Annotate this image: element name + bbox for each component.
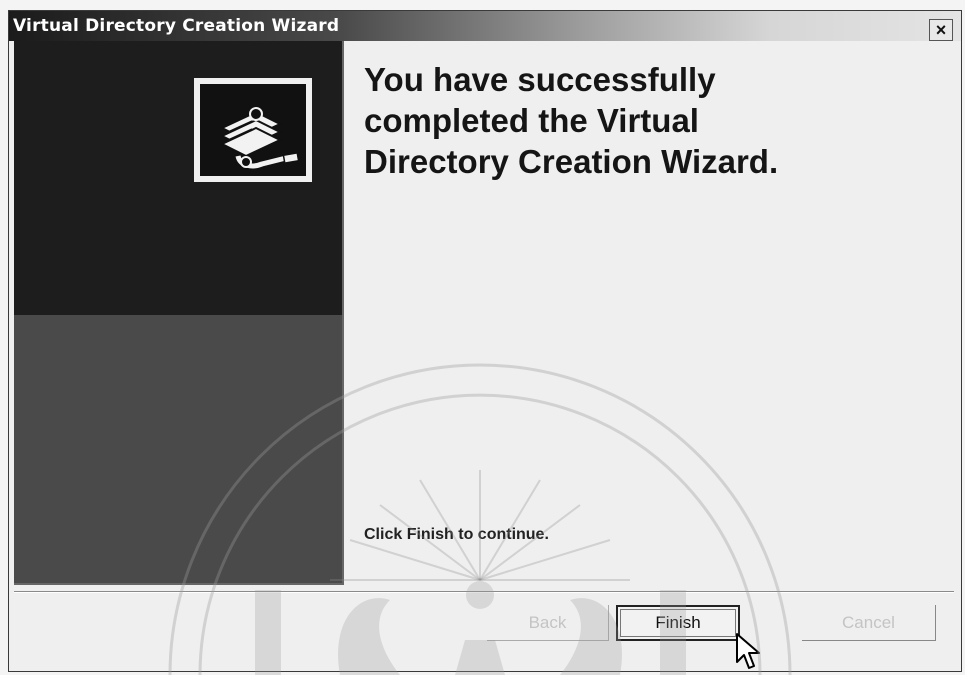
finish-button[interactable]: Finish [616,605,740,641]
books-with-pen-icon [194,78,312,182]
close-button[interactable]: × [929,19,953,41]
back-button[interactable]: Back [487,605,609,641]
back-button-label: Back [528,612,567,632]
side-panel-bottom [14,315,342,583]
close-icon: × [935,20,947,40]
cancel-button-label: Cancel [842,612,895,632]
mouse-pointer-icon [736,633,760,669]
finish-hint-text: Click Finish to continue. [364,526,549,543]
cancel-button[interactable]: Cancel [802,605,936,641]
wizard-dialog: Virtual Directory Creation Wizard × You … [8,10,962,672]
heading-line-1: You have successfully [364,61,716,98]
window-title: Virtual Directory Creation Wizard [13,16,340,36]
title-bar[interactable]: Virtual Directory Creation Wizard × [9,11,961,41]
heading-line-3: Directory Creation Wizard. [364,143,779,180]
button-separator [14,591,954,593]
heading-line-2: completed the Virtual [364,102,699,139]
completion-heading: You have successfully completed the Virt… [364,59,924,182]
finish-button-label: Finish [655,613,701,632]
wizard-side-panel [14,41,344,585]
